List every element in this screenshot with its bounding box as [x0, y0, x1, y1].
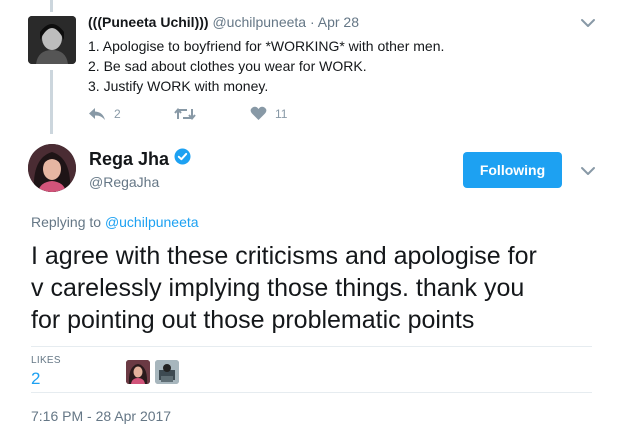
tweet-actions: 2 11 — [88, 106, 287, 121]
tweet-timestamp[interactable]: 7:16 PM - 28 Apr 2017 — [31, 408, 171, 424]
following-button[interactable]: Following — [463, 152, 562, 188]
tweet-text-line: I agree with these criticisms and apolog… — [31, 242, 537, 270]
reply-button[interactable]: 2 — [88, 107, 174, 121]
thread-connector-top — [50, 0, 53, 12]
avatar[interactable] — [28, 16, 76, 64]
handle[interactable]: @uchilpuneeta — [212, 14, 306, 30]
like-button[interactable]: 11 — [250, 106, 287, 121]
chevron-down-icon[interactable] — [580, 16, 596, 28]
verified-badge-icon — [174, 148, 191, 170]
chevron-down-icon[interactable] — [580, 164, 596, 176]
tweet-text-line: for pointing out those problematic point… — [31, 306, 475, 334]
separator: · — [306, 14, 318, 30]
parent-tweet-text: 1. Apologise to boyfriend for *WORKING* … — [88, 36, 444, 96]
tweet-text-line: 3. Justify WORK with money. — [88, 78, 269, 94]
display-name[interactable]: (((Puneeta Uchil))) — [88, 14, 209, 30]
tweet-text-line: 2. Be sad about clothes you wear for WOR… — [88, 58, 367, 74]
like-count: 11 — [275, 106, 288, 121]
replying-to-link[interactable]: @uchilpuneeta — [105, 214, 199, 230]
display-name-text[interactable]: Rega Jha — [89, 149, 169, 170]
replying-to: Replying to @uchilpuneeta — [31, 214, 199, 230]
tweet-text-line: 1. Apologise to boyfriend for *WORKING* … — [88, 38, 445, 54]
divider — [31, 392, 592, 393]
retweet-icon — [174, 107, 196, 121]
tweet-date[interactable]: Apr 28 — [318, 14, 359, 30]
tweet-text-line: v carelessly implying those things. than… — [31, 274, 525, 302]
handle[interactable]: @RegaJha — [89, 174, 159, 190]
likes-label[interactable]: LIKES — [31, 355, 61, 366]
reply-count: 2 — [114, 106, 121, 121]
liker-avatar[interactable] — [126, 360, 150, 384]
avatar[interactable] — [28, 144, 76, 192]
replying-prefix: Replying to — [31, 214, 105, 230]
thread-connector — [50, 70, 53, 134]
divider — [31, 346, 592, 347]
parent-tweet-header: (((Puneeta Uchil))) @uchilpuneeta · Apr … — [88, 14, 359, 30]
tweet-text: I agree with these criticisms and apolog… — [31, 240, 596, 336]
liker-avatar[interactable] — [155, 360, 179, 384]
likes-count[interactable]: 2 — [31, 369, 40, 389]
reply-icon — [88, 107, 106, 121]
display-name[interactable]: Rega Jha — [89, 148, 191, 170]
heart-icon — [250, 106, 267, 121]
retweet-button[interactable] — [174, 107, 250, 121]
